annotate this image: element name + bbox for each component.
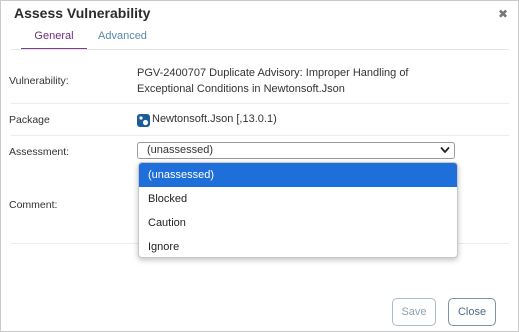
option-unassessed[interactable]: (unassessed) [139,163,457,187]
close-button[interactable]: Close [448,298,496,326]
package-label: Package [9,114,50,126]
close-icon[interactable]: ✖ [498,7,508,21]
assessment-select[interactable]: (unassessed) [137,142,455,159]
vulnerability-line-2: Exceptional Conditions in Newtonsoft.Jso… [137,83,345,95]
nuget-package-icon [137,114,150,127]
assessment-label: Assessment: [9,146,70,158]
package-value: Newtonsoft.Json [,13.0.1) [152,113,277,125]
row-divider [11,135,509,136]
tab-general[interactable]: General [21,30,87,50]
option-caution[interactable]: Caution [139,211,457,235]
option-blocked[interactable]: Blocked [139,187,457,211]
tab-divider [11,49,509,50]
tab-advanced[interactable]: Advanced [98,30,147,48]
tab-bar: General Advanced [21,27,511,50]
option-ignore[interactable]: Ignore [139,235,457,257]
assess-vulnerability-dialog: Assess Vulnerability ✖ General Advanced … [0,0,519,332]
chevron-down-icon [440,147,450,153]
row-divider [11,103,509,104]
vulnerability-value: PGV-2400707 Duplicate Advisory: Improper… [137,65,409,97]
save-button[interactable]: Save [392,298,436,326]
assessment-dropdown-list: (unassessed) Blocked Caution Ignore [138,162,458,258]
assessment-selected-value: (unassessed) [147,144,214,156]
vulnerability-label: Vulnerability: [9,75,69,87]
comment-label: Comment: [9,199,58,211]
vulnerability-line-1: PGV-2400707 Duplicate Advisory: Improper… [137,67,409,79]
dialog-title: Assess Vulnerability [14,5,151,21]
